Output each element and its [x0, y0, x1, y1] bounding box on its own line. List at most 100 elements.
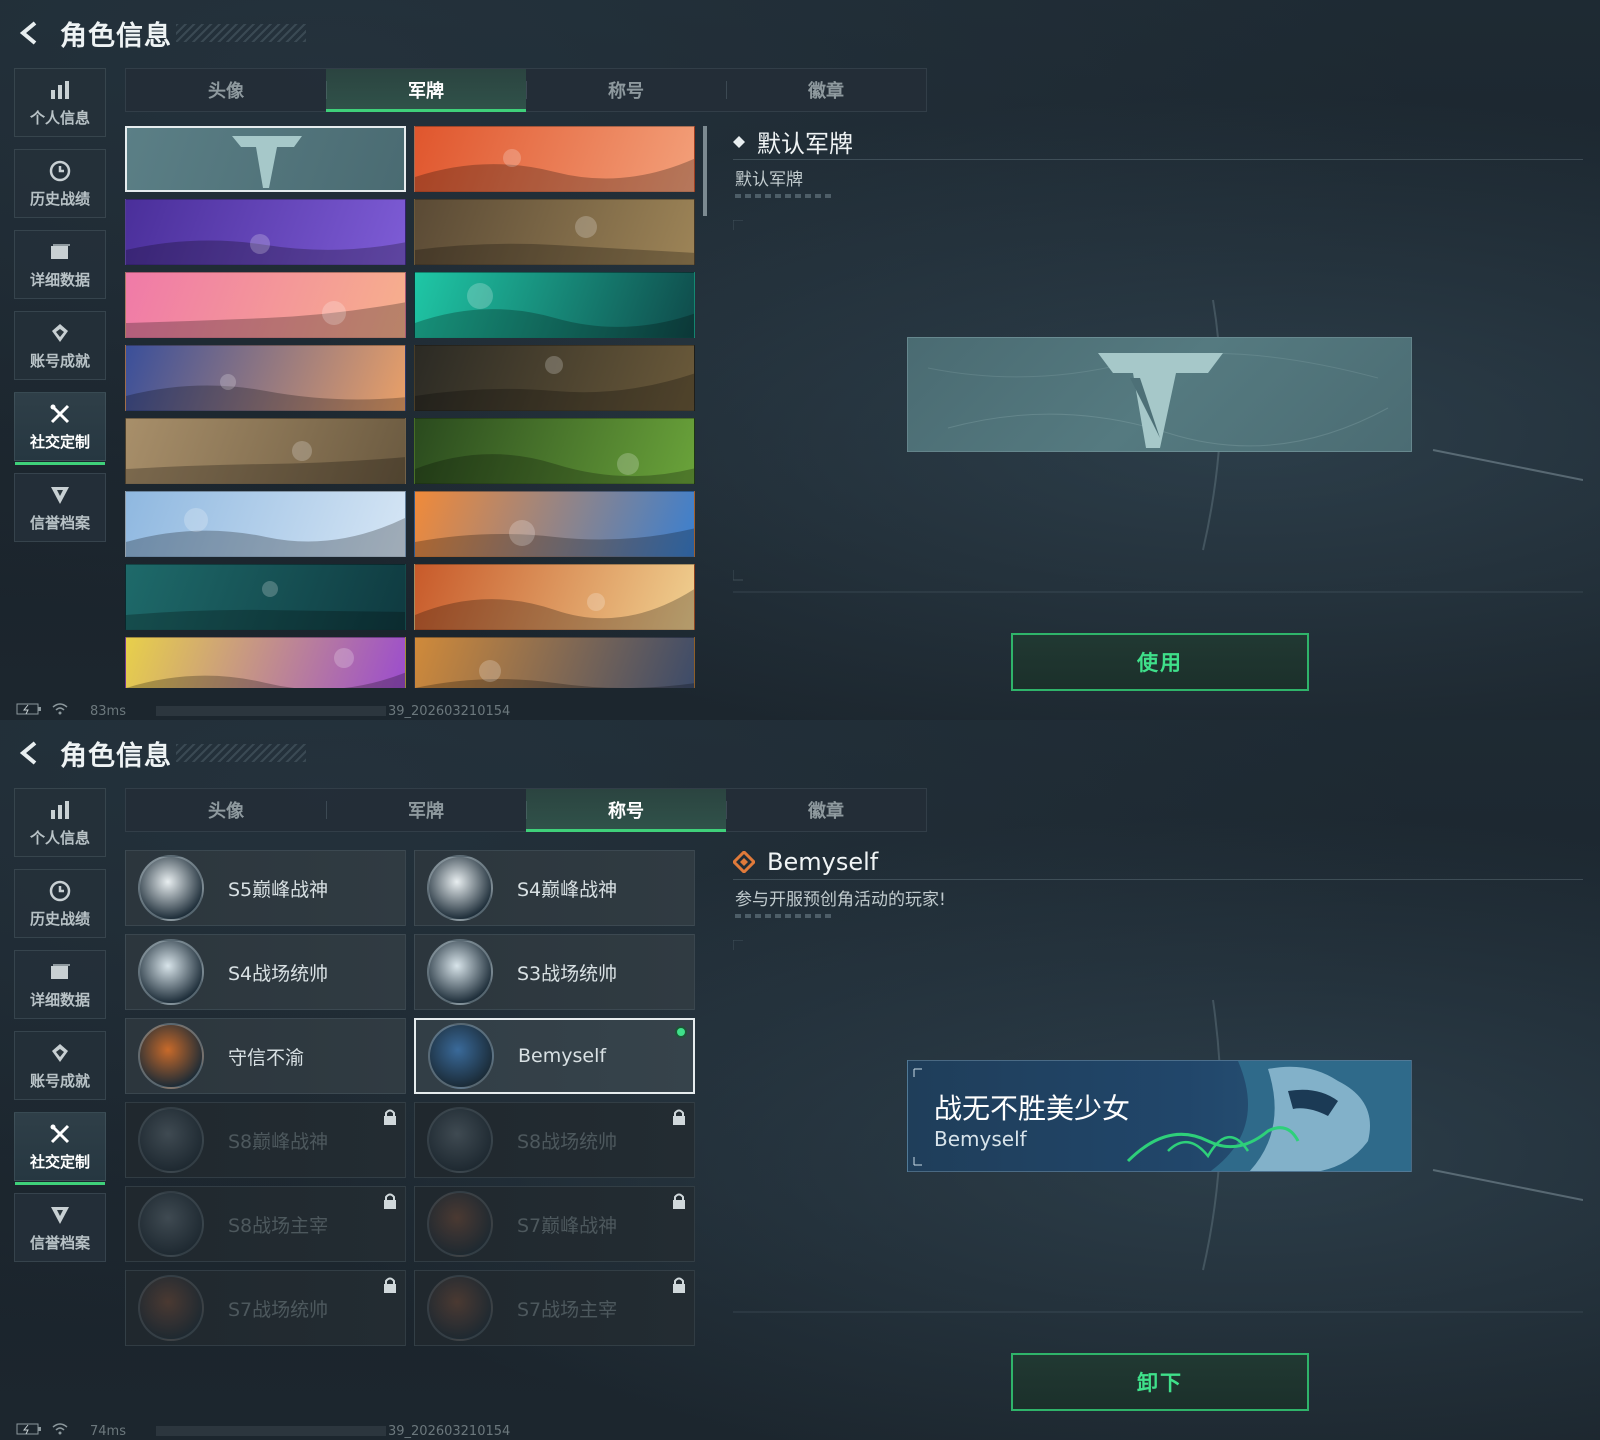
equipped-indicator-dot: [675, 1026, 687, 1038]
clock-icon: [47, 158, 73, 184]
dog-tag-plate-pink-cats[interactable]: [125, 272, 406, 338]
tab-avatar[interactable]: 头像: [126, 789, 326, 831]
battery-icon: [16, 703, 42, 719]
back-arrow-icon[interactable]: [16, 19, 44, 47]
title-card-label: Bemyself: [518, 1045, 607, 1067]
dog-tag-plate-blue-orange-art[interactable]: [414, 491, 695, 557]
title-card[interactable]: 守信不渝: [125, 1018, 406, 1094]
title-card-label: S7战场统帅: [228, 1298, 329, 1321]
dog-tag-plate-green-helicopter[interactable]: [414, 418, 695, 484]
title-card-label: S4战场统帅: [228, 962, 329, 985]
tab-dog-tag[interactable]: 军牌: [326, 789, 526, 831]
title-card[interactable]: S4战场统帅: [125, 934, 406, 1010]
title-card[interactable]: S8巅峰战神: [125, 1102, 406, 1178]
sidebar-item-social[interactable]: 社交定制: [14, 392, 106, 465]
title-card[interactable]: S8战场统帅: [414, 1102, 695, 1178]
title-card[interactable]: S4巅峰战神: [414, 850, 695, 926]
dog-tag-plate-purple-paws[interactable]: [125, 199, 406, 265]
grid-scrollbar[interactable]: [703, 126, 707, 216]
tab-avatar[interactable]: 头像: [126, 69, 326, 111]
bar-chart-icon: [47, 797, 73, 823]
use-button[interactable]: 使用: [1011, 633, 1309, 691]
title-card[interactable]: S8战场主宰: [125, 1186, 406, 1262]
title-card-label: S5巅峰战神: [228, 878, 329, 901]
sidebar-item-achievements[interactable]: 账号成就: [14, 1031, 106, 1100]
tab-bar: 头像 军牌 称号 徽章: [125, 68, 927, 112]
lock-icon: [383, 1193, 397, 1209]
vehicle-emblem-icon: [138, 1275, 204, 1341]
detail-title: 默认军牌: [757, 130, 853, 158]
sidebar-item-label: 账号成就: [29, 352, 90, 370]
dog-tag-plate-orange-drone[interactable]: [414, 126, 695, 192]
lock-icon: [383, 1109, 397, 1125]
sidebar-item-label: 历史战绩: [29, 910, 90, 928]
lock-icon: [672, 1193, 686, 1209]
gun-emblem-icon: [427, 1191, 493, 1257]
folder-icon: [47, 239, 73, 265]
default-emblem-icon: [927, 352, 1389, 448]
sidebar-item-label: 个人信息: [29, 829, 90, 847]
sidebar-item-label: 社交定制: [29, 433, 90, 451]
title-preview-sub: Bemyself: [934, 1127, 1027, 1151]
title-preview-main: 战无不胜美少女: [934, 1092, 1131, 1125]
tab-title[interactable]: 称号: [526, 69, 726, 111]
detail-description: 参与开服预创角活动的玩家!: [735, 890, 946, 910]
dog-tag-plate-teal-comic[interactable]: [414, 272, 695, 338]
tab-dog-tag[interactable]: 军牌: [326, 69, 526, 112]
sidebar-item-details[interactable]: 详细数据: [14, 950, 106, 1019]
dog-tag-plate-default-emblem[interactable]: [125, 126, 406, 192]
title-card[interactable]: S3战场统帅: [414, 934, 695, 1010]
dog-tag-preview: [907, 337, 1412, 452]
page-title: 角色信息: [60, 740, 172, 772]
dog-tag-grid: [125, 126, 697, 688]
dog-tag-plate-desert-soldiers[interactable]: [414, 199, 695, 265]
title-card[interactable]: S7战场主宰: [414, 1270, 695, 1346]
redacted-bar: [155, 706, 386, 716]
dog-tag-plate-launch-sky[interactable]: [125, 491, 406, 557]
scales-emblem-icon: [138, 1023, 204, 1089]
dog-tag-plate-weapons-table[interactable]: [414, 345, 695, 411]
shield-icon: [47, 482, 73, 508]
title-card[interactable]: S7巅峰战神: [414, 1186, 695, 1262]
dog-tag-plate-sniper-ruins[interactable]: [125, 418, 406, 484]
clock-icon: [47, 878, 73, 904]
ping-text: 83ms: [90, 703, 126, 719]
dog-tag-plate-fire-soldier[interactable]: [414, 564, 695, 630]
detail-header: 默认军牌: [733, 124, 1583, 160]
building-emblem-icon: [138, 1191, 204, 1257]
title-card[interactable]: Bemyself: [414, 1018, 695, 1094]
sidebar-item-label: 信誉档案: [29, 1234, 90, 1252]
tab-badge[interactable]: 徽章: [726, 69, 926, 111]
title-card[interactable]: S5巅峰战神: [125, 850, 406, 926]
tab-title[interactable]: 称号: [526, 789, 726, 832]
sidebar-item-history[interactable]: 历史战绩: [14, 869, 106, 938]
sidebar-item-reputation[interactable]: 信誉档案: [14, 1193, 106, 1262]
dog-tag-plate-teal-gym[interactable]: [125, 564, 406, 630]
sidebar: 个人信息 历史战绩 详细数据 账号成就 社交定制 信誉档案: [14, 68, 106, 554]
dog-tag-plate-desert-dunes[interactable]: [414, 637, 695, 688]
header-decoration: [176, 24, 306, 42]
title-card-label: S8战场统帅: [517, 1130, 618, 1153]
back-arrow-icon[interactable]: [16, 739, 44, 767]
tab-badge[interactable]: 徽章: [726, 789, 926, 831]
sidebar-item-reputation[interactable]: 信誉档案: [14, 473, 106, 542]
unequip-button[interactable]: 卸下: [1011, 1353, 1309, 1411]
sidebar-item-social[interactable]: 社交定制: [14, 1112, 106, 1185]
dog-tag-plate-sky-paratroopers[interactable]: [125, 345, 406, 411]
warrior-emblem-icon: [427, 1275, 493, 1341]
dog-tag-plate-colorful-headphones[interactable]: [125, 637, 406, 688]
wifi-icon: [52, 703, 68, 719]
achievement-icon: [47, 320, 73, 346]
sidebar-item-label: 账号成就: [29, 1072, 90, 1090]
sidebar-item-achievements[interactable]: 账号成就: [14, 311, 106, 380]
title-card[interactable]: S7战场统帅: [125, 1270, 406, 1346]
sidebar: 个人信息 历史战绩 详细数据 账号成就 社交定制 信誉档案: [14, 788, 106, 1274]
lock-icon: [672, 1109, 686, 1125]
sidebar-item-details[interactable]: 详细数据: [14, 230, 106, 299]
title-screen: 角色信息 个人信息 历史战绩 详细数据 账号成就 社交定制 信誉档案 头像 军牌…: [0, 720, 1600, 1440]
sidebar-item-profile[interactable]: 个人信息: [14, 788, 106, 857]
sidebar-item-history[interactable]: 历史战绩: [14, 149, 106, 218]
page-header: 角色信息: [16, 14, 306, 52]
title-card-label: S4巅峰战神: [517, 878, 618, 901]
sidebar-item-profile[interactable]: 个人信息: [14, 68, 106, 137]
